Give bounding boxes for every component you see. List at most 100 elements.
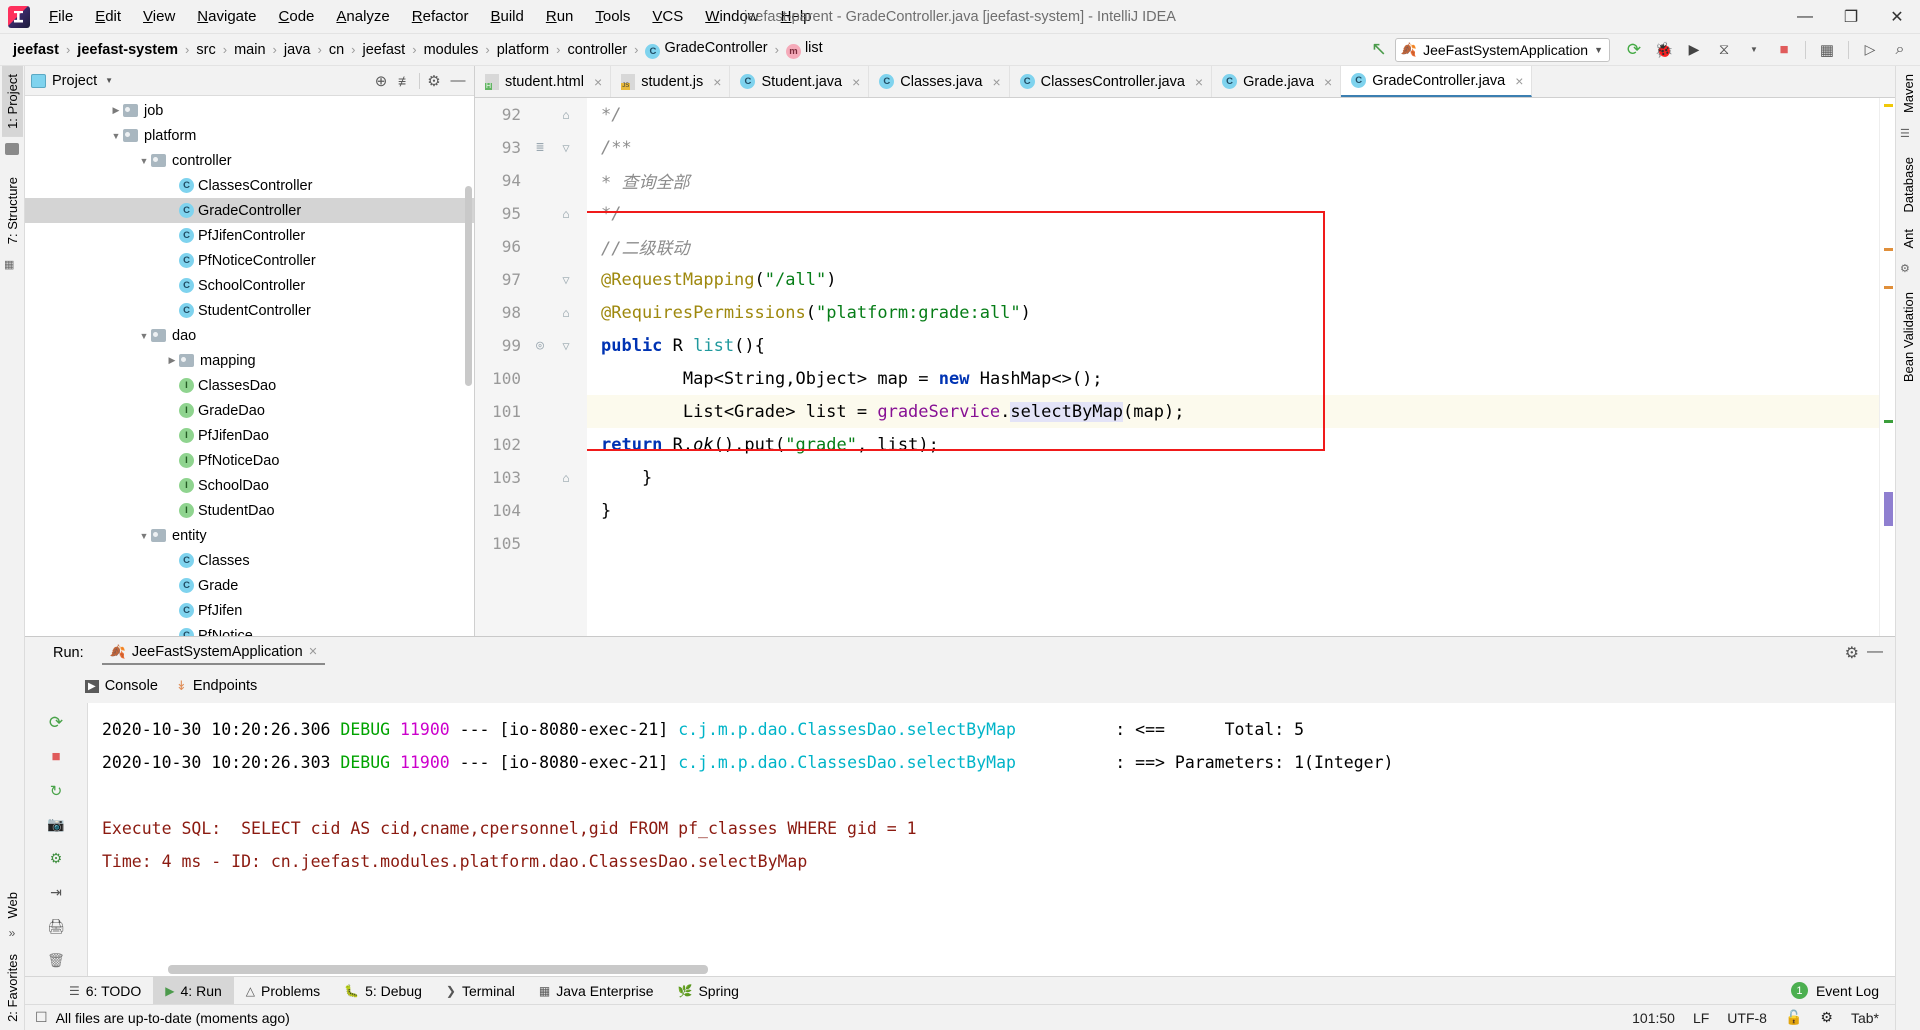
gutter-line-95[interactable]: 95 ⌂ [475,197,587,230]
fold-toggle-icon[interactable]: ⌂ [553,108,579,122]
code-line-104[interactable]: } [587,494,1879,527]
print-icon[interactable]: 🖨 [43,913,69,939]
editor-tab-student-js[interactable]: student.js × [611,66,731,97]
camera-icon[interactable]: 📷 [43,812,69,838]
tree-node-gradedao[interactable]: I GradeDao [25,398,474,423]
hide-icon[interactable]: — [448,71,468,91]
tree-node-classesdao[interactable]: I ClassesDao [25,373,474,398]
event-log-label[interactable]: Event Log [1816,983,1879,999]
code-content[interactable]: */ /** * 查询全部 */ //二级联动 @RequestMapping(… [587,98,1879,636]
menu-item-view[interactable]: View [132,4,186,29]
breadcrumb-item-jeefast-system[interactable]: jeefast-system [74,41,181,59]
filter-icon[interactable]: ⚙ [43,846,69,872]
minimize-icon[interactable]: — [1867,643,1883,663]
project-structure-button[interactable]: ▦ [1813,37,1841,63]
menu-item-refactor[interactable]: Refactor [401,4,480,29]
menu-item-help[interactable]: Help [770,4,823,29]
tree-node-grade[interactable]: C Grade [25,573,474,598]
tree-node-pfnotice[interactable]: C PfNotice [25,623,474,636]
fold-toggle-icon[interactable]: ⌂ [553,471,579,485]
tree-node-schooldao[interactable]: I SchoolDao [25,473,474,498]
rerun-icon[interactable]: ⟳ [43,710,69,736]
tree-node-gradecontroller[interactable]: C GradeController [25,198,474,223]
gutter-line-102[interactable]: 102 [475,428,587,461]
gutter-line-103[interactable]: 103 ⌂ [475,461,587,494]
maximize-button[interactable]: ❐ [1828,0,1874,34]
bottom-tab-4-run[interactable]: ▶ 4: Run [153,976,234,1005]
fold-toggle-icon[interactable]: ▽ [553,339,579,353]
gutter-marker[interactable]: ◎ [527,338,553,353]
fold-toggle-icon[interactable]: ⌂ [553,207,579,221]
bottom-tab-terminal[interactable]: ❯ Terminal [434,977,527,1005]
sidebar-tab-project[interactable]: 1: Project [1,66,23,137]
breadcrumb-item-modules[interactable]: modules [421,41,482,59]
expand-rail-button[interactable]: » [9,926,16,940]
code-line-97[interactable]: @RequestMapping("/all") [587,263,1879,296]
code-line-96[interactable]: //二级联动 [587,230,1879,263]
locate-icon[interactable]: ⊕ [371,71,391,91]
gutter-line-104[interactable]: 104 [475,494,587,527]
menu-item-run[interactable]: Run [535,4,585,29]
tree-node-classes[interactable]: C Classes [25,548,474,573]
encoding[interactable]: UTF-8 [1727,1010,1767,1026]
sidebar-tab-database[interactable]: Database [1898,149,1919,221]
breadcrumb-item-controller[interactable]: controller [564,41,630,59]
close-icon[interactable]: × [1324,74,1332,90]
caret-position[interactable]: 101:50 [1632,1010,1675,1026]
tree-node-controller[interactable]: ▼ controller [25,148,474,173]
editor-marker-bar[interactable] [1879,98,1895,636]
bottom-tab-5-debug[interactable]: 🐛 5: Debug [332,977,434,1005]
gutter-line-99[interactable]: 99 ◎ ▽ [475,329,587,362]
menu-item-file[interactable]: File [38,4,84,29]
debug-button[interactable]: 🐞 [1650,37,1678,63]
lock-icon[interactable]: 🔓 [1785,1009,1802,1026]
tree-node-schoolcontroller[interactable]: C SchoolController [25,273,474,298]
gear-icon[interactable]: ⚙ [424,71,444,91]
code-line-95[interactable]: */ [587,197,1879,230]
breadcrumb-item-java[interactable]: java [281,41,314,59]
build-project-icon[interactable]: ↖ [1365,37,1393,63]
console-output[interactable]: 2020-10-30 10:20:26.306 DEBUG 11900 --- … [87,703,1895,976]
breadcrumb-item-gradecontroller[interactable]: C GradeController [642,39,770,60]
bottom-tab-6-todo[interactable]: ☰ 6: TODO [57,977,153,1005]
sidebar-tab-bean-validation[interactable]: Bean Validation [1898,284,1919,390]
fold-toggle-icon[interactable]: ⌂ [553,306,579,320]
sidebar-tab-web[interactable]: Web [2,884,23,927]
menu-item-navigate[interactable]: Navigate [186,4,267,29]
indent-setting[interactable]: Tab* [1851,1010,1879,1026]
editor-gutter[interactable]: 92 ⌂ 93 ≣ ▽ 94 95 ⌂ 96 97 ▽ 98 ⌂ 99 ◎ ▽ 100 101 102 103 ⌂ 104… [475,98,587,636]
sidebar-tab-structure[interactable]: 7: Structure [2,169,23,252]
gutter-line-92[interactable]: 92 ⌂ [475,98,587,131]
gutter-line-94[interactable]: 94 [475,164,587,197]
breadcrumb-item-list[interactable]: m list [783,39,826,60]
close-button[interactable]: ✕ [1874,0,1920,34]
gear-icon[interactable]: ⚙ [1845,643,1859,663]
code-line-99[interactable]: public R list(){ [587,329,1879,362]
breadcrumb-item-jeefast[interactable]: jeefast [10,41,62,59]
close-icon[interactable]: × [713,74,721,90]
tree-expand-arrow[interactable]: ▼ [109,131,123,141]
breadcrumb-item-platform[interactable]: platform [494,41,552,59]
code-line-100[interactable]: Map<String,Object> map = new HashMap<>()… [587,362,1879,395]
gutter-line-105[interactable]: 105 [475,527,587,560]
run-config-tab[interactable]: 🍂 JeeFastSystemApplication × [101,641,326,665]
gutter-line-100[interactable]: 100 [475,362,587,395]
tree-expand-arrow[interactable]: ▼ [137,156,151,166]
tree-node-entity[interactable]: ▼ entity [25,523,474,548]
restart-icon[interactable]: ↻ [43,778,69,804]
gutter-line-101[interactable]: 101 [475,395,587,428]
tree-node-studentdao[interactable]: I StudentDao [25,498,474,523]
editor-tab-student-html[interactable]: student.html × [475,66,612,97]
close-icon[interactable]: × [1195,74,1203,90]
tree-node-classescontroller[interactable]: C ClassesController [25,173,474,198]
breadcrumb-item-cn[interactable]: cn [326,41,347,59]
editor-area[interactable]: 92 ⌂ 93 ≣ ▽ 94 95 ⌂ 96 97 ▽ 98 ⌂ 99 ◎ ▽ 100 101 102 103 ⌂ 104… [475,98,1895,636]
collapse-all-icon[interactable]: ≢ [395,71,415,91]
line-separator[interactable]: LF [1693,1010,1709,1026]
stop-button[interactable]: ■ [1770,37,1798,63]
stop-icon[interactable]: ■ [43,744,69,770]
bottom-tab-spring[interactable]: 🌿 Spring [666,977,751,1005]
close-icon[interactable]: × [852,74,860,90]
editor-tab-grade-java[interactable]: C Grade.java × [1212,66,1342,97]
minimize-button[interactable]: — [1782,0,1828,34]
